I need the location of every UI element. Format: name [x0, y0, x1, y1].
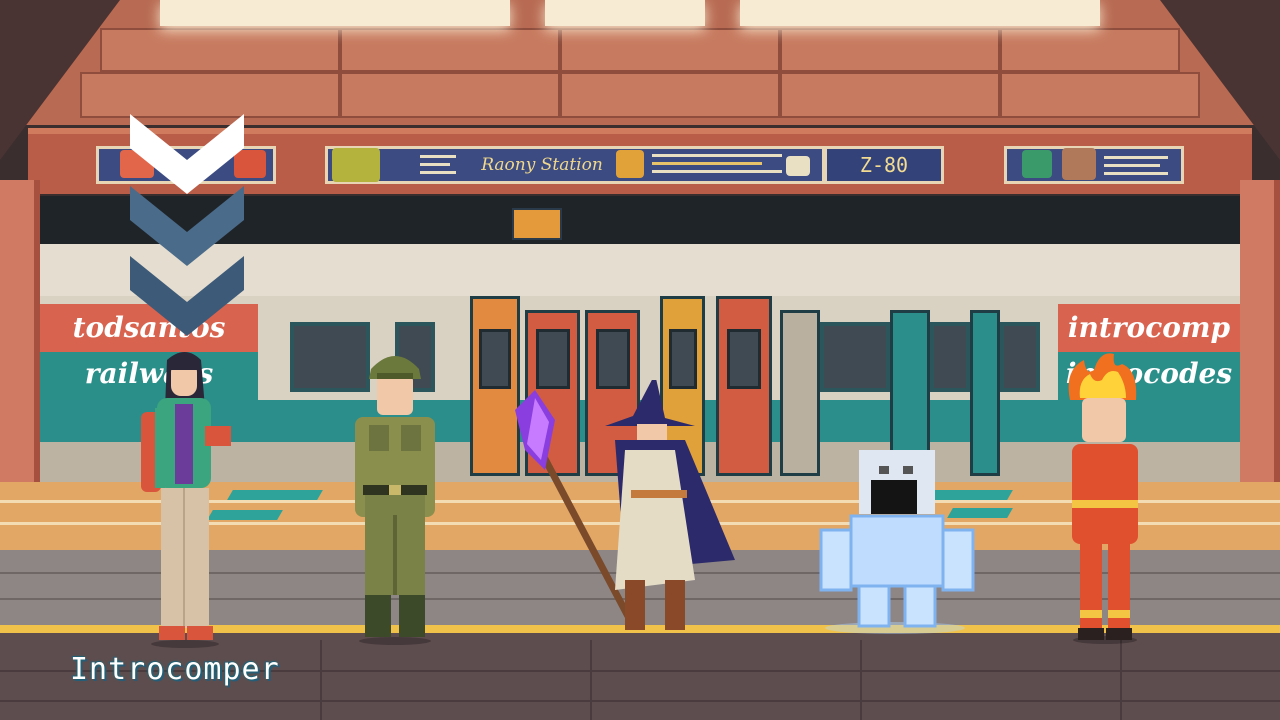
chevron-down-icon [130, 256, 244, 336]
train-door [780, 310, 820, 476]
chevron-down-icon [130, 186, 244, 266]
game-scene: Raony Station Z-80 todsantos railways in… [0, 0, 1280, 720]
sign-icon [1022, 150, 1052, 178]
chevron-shape [130, 256, 244, 336]
sign-icon [616, 150, 644, 178]
pillar-right [1240, 180, 1280, 510]
ice-golem-npc[interactable] [815, 440, 975, 635]
train-window [930, 322, 970, 392]
player-name-label: Introcomper [70, 652, 280, 687]
player-character[interactable] [135, 348, 235, 648]
train-window [820, 322, 890, 392]
chevron-shape [130, 114, 244, 194]
exit-sign [512, 208, 562, 240]
wizard-npc[interactable] [505, 374, 745, 635]
platform-code: Z-80 [824, 146, 944, 184]
station-name: Raony Station [481, 155, 603, 175]
ceiling [0, 0, 1280, 125]
chevron-down-icon [130, 114, 244, 194]
ad-right-line1: introcomp [1058, 304, 1240, 352]
sign-icon [786, 156, 810, 176]
chevron-shape [130, 186, 244, 266]
pillar-left [0, 180, 40, 510]
fire-kid-npc[interactable] [1060, 350, 1150, 645]
soldier-npc[interactable] [345, 345, 445, 645]
map-icon [332, 148, 380, 182]
train-window [1000, 322, 1040, 392]
sign-icon [1062, 148, 1096, 180]
